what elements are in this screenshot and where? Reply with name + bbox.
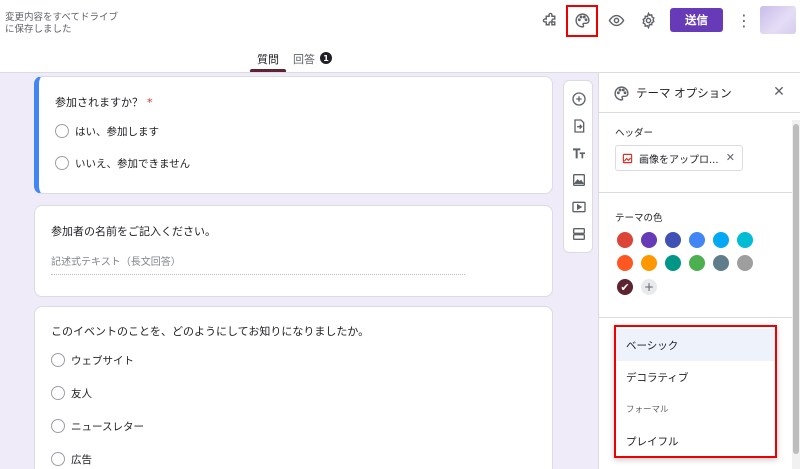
remove-icon[interactable]: ✕: [726, 151, 735, 164]
upload-label: 画像をアップロ...: [639, 154, 719, 166]
color-swatch[interactable]: [617, 232, 633, 248]
color-swatch[interactable]: [713, 232, 729, 248]
radio-circle[interactable]: [55, 124, 69, 138]
import-questions-icon[interactable]: [570, 117, 588, 135]
panel-scrollbar[interactable]: [792, 120, 800, 469]
tabs: 質問 回答 1: [0, 45, 800, 72]
gear-icon[interactable]: [636, 8, 660, 32]
close-icon[interactable]: ✕: [769, 82, 789, 102]
add-question-icon[interactable]: [570, 90, 588, 108]
color-swatch[interactable]: [665, 255, 681, 271]
question-card-attendance[interactable]: 参加されますか？ * はい、参加します いいえ、参加できません: [34, 76, 553, 194]
avatar[interactable]: [760, 6, 796, 34]
font-style-dropdown[interactable]: ベーシック デコラティブ フォーマル プレイフル: [614, 325, 777, 458]
divider: [599, 317, 800, 318]
question-card-name[interactable]: 参加者の名前をご記入ください。 記述式テキスト（長文回答）: [34, 205, 553, 297]
radio-option[interactable]: ウェブサイト: [51, 352, 134, 368]
add-section-icon[interactable]: [570, 225, 588, 243]
question-card-source[interactable]: このイベントのことを、どのようにしてお知りになりましたか。 ウェブサイト 友人 …: [34, 306, 553, 469]
color-swatch[interactable]: [713, 255, 729, 271]
puzzle-icon[interactable]: [538, 8, 562, 32]
option-label: ニュースレター: [71, 420, 144, 433]
add-color-icon[interactable]: +: [641, 279, 657, 295]
dropdown-item-playful[interactable]: プレイフル: [616, 425, 775, 457]
scrollbar-thumb[interactable]: [793, 124, 799, 454]
tab-responses[interactable]: 回答: [293, 51, 315, 67]
more-vert-icon[interactable]: ⋮: [736, 8, 752, 32]
divider: [599, 192, 800, 193]
question-title: 参加されますか？ *: [55, 94, 153, 110]
option-label: いいえ、参加できません: [75, 157, 191, 170]
tab-questions[interactable]: 質問: [257, 51, 279, 67]
question-title: このイベントのことを、どのようにしてお知りになりましたか。: [51, 325, 370, 338]
radio-circle[interactable]: [55, 156, 69, 170]
radio-option[interactable]: 友人: [51, 385, 92, 401]
theme-color-label: テーマの色: [615, 213, 663, 224]
image-icon: [622, 153, 633, 164]
option-label: 広告: [71, 453, 92, 466]
dropdown-item-basic[interactable]: ベーシック: [616, 329, 775, 361]
radio-option[interactable]: ニュースレター: [51, 418, 144, 434]
add-title-icon[interactable]: [570, 144, 588, 162]
color-swatch[interactable]: [737, 255, 753, 271]
panel-title: テーマ オプション: [636, 86, 732, 100]
required-mark: *: [147, 96, 153, 109]
tab-active-indicator: [250, 69, 286, 72]
option-label: はい、参加します: [75, 125, 159, 138]
panel-header: テーマ オプション ✕: [599, 73, 800, 113]
radio-option[interactable]: 広告: [51, 451, 92, 467]
option-label: 友人: [71, 387, 92, 400]
dropdown-item-formal[interactable]: フォーマル: [616, 393, 775, 425]
header-section-label: ヘッダー: [615, 128, 654, 139]
radio-option[interactable]: はい、参加します: [55, 123, 159, 139]
add-image-icon[interactable]: [570, 171, 588, 189]
upload-image-chip[interactable]: 画像をアップロ... ✕: [615, 145, 743, 171]
send-button[interactable]: 送信: [670, 8, 723, 32]
question-title: 参加者の名前をご記入ください。: [51, 225, 216, 238]
question-title-text: 参加されますか？: [55, 96, 143, 109]
palette-highlight-box: [566, 5, 598, 37]
response-count-badge: 1: [320, 52, 332, 64]
eye-icon[interactable]: [604, 8, 628, 32]
color-swatch[interactable]: [641, 232, 657, 248]
radio-circle[interactable]: [51, 353, 65, 367]
color-swatch[interactable]: [665, 232, 681, 248]
color-swatch[interactable]: [617, 255, 633, 271]
floating-toolbar: [563, 80, 593, 253]
radio-circle[interactable]: [51, 452, 65, 466]
radio-option[interactable]: いいえ、参加できません: [55, 155, 190, 171]
radio-circle[interactable]: [51, 419, 65, 433]
radio-circle[interactable]: [51, 386, 65, 400]
save-status: 変更内容をすべてドライブに保存しました: [5, 12, 118, 35]
add-video-icon[interactable]: [570, 198, 588, 216]
check-icon: ✔: [620, 280, 630, 294]
dropdown-item-decorative[interactable]: デコラティブ: [616, 361, 775, 393]
option-label: ウェブサイト: [71, 354, 134, 367]
color-swatch-selected[interactable]: ✔: [617, 279, 633, 295]
color-swatch[interactable]: [737, 232, 753, 248]
color-swatch[interactable]: [689, 232, 705, 248]
color-swatch[interactable]: [689, 255, 705, 271]
long-answer-placeholder: 記述式テキスト（長文回答）: [51, 253, 465, 275]
top-bar: 変更内容をすべてドライブに保存しました 送信 ⋮ 質問 回答 1: [0, 0, 800, 73]
color-swatch[interactable]: [641, 255, 657, 271]
palette-icon: [609, 81, 633, 105]
